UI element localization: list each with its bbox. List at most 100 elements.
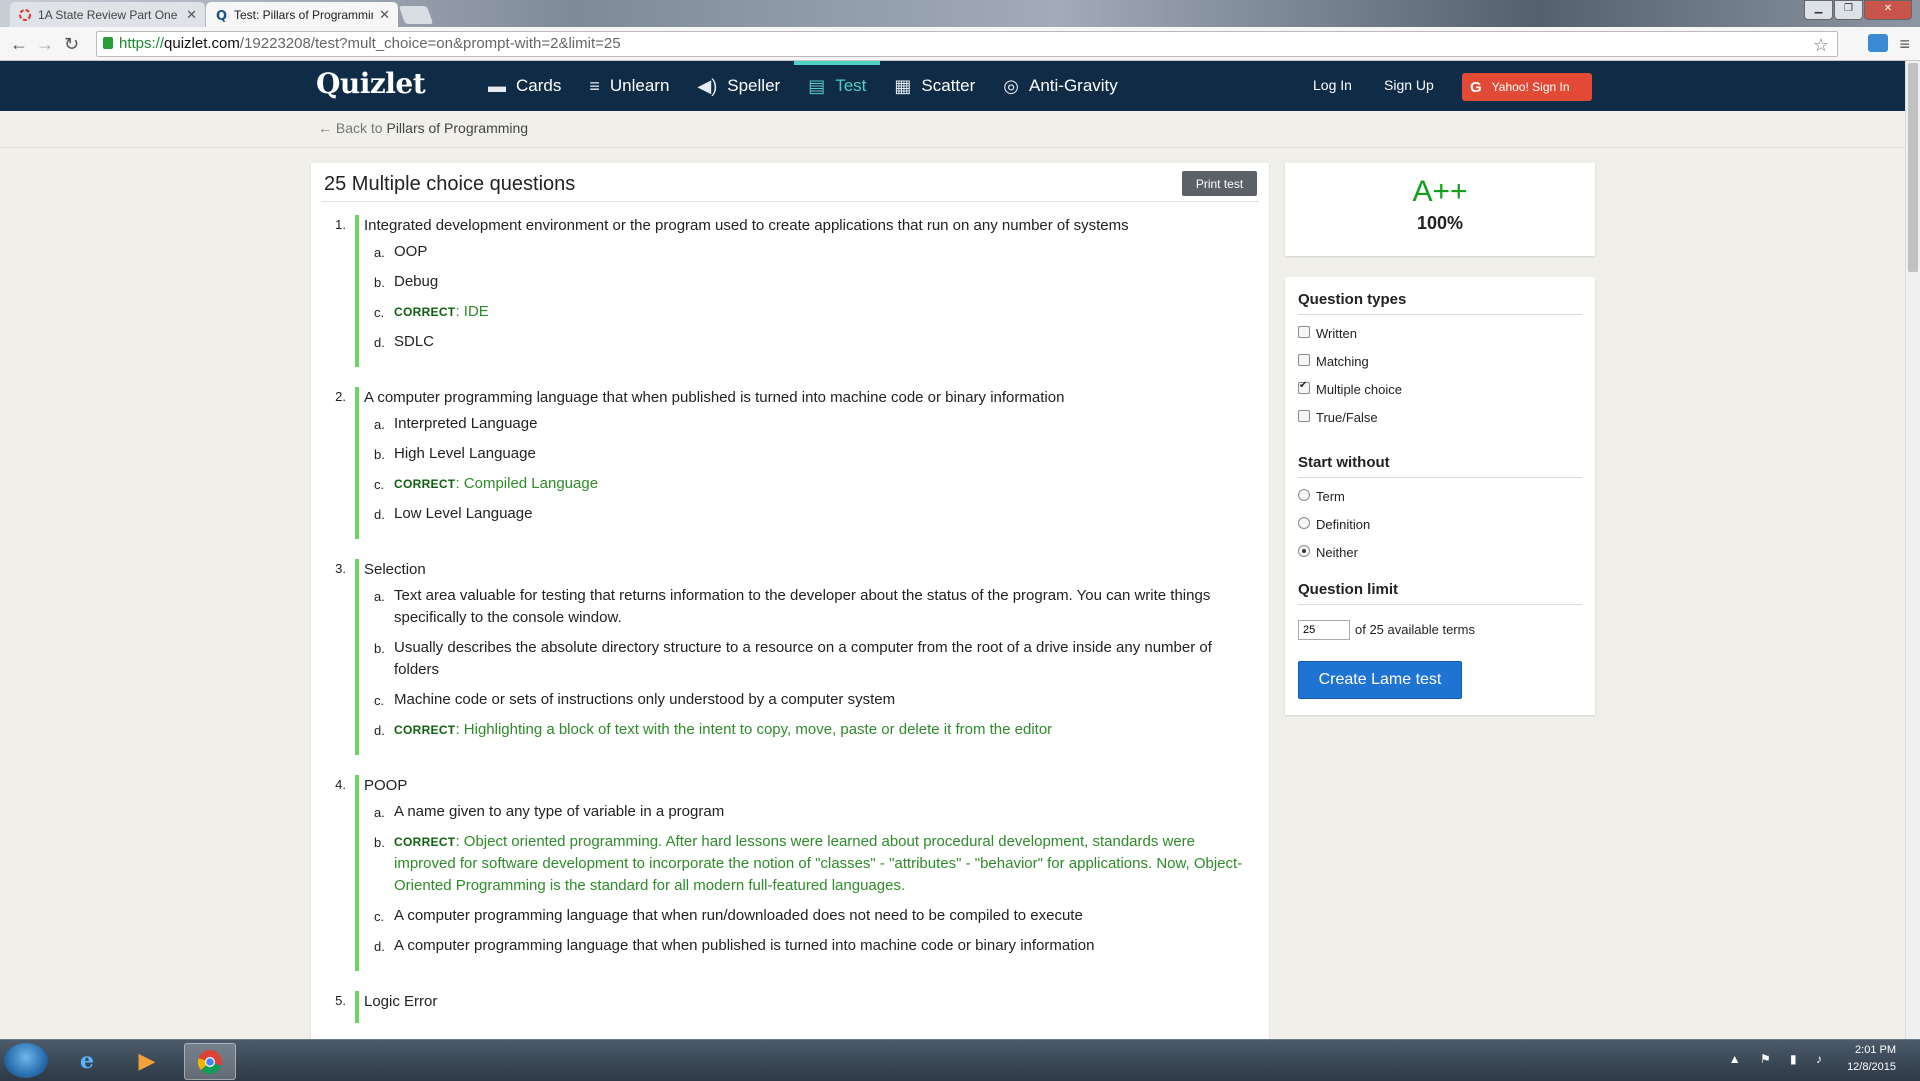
- bookmark-star-icon[interactable]: ☆: [1813, 33, 1829, 57]
- qtype-true-false[interactable]: True/False: [1298, 409, 1378, 425]
- option-text: SDLC: [394, 333, 435, 350]
- mode-label: Scatter: [921, 76, 976, 95]
- checkbox[interactable]: [1298, 409, 1310, 422]
- question-number: 4.: [335, 777, 346, 792]
- set-name: Pillars of Programming: [386, 120, 529, 136]
- close-tab-icon[interactable]: ✕: [186, 7, 197, 23]
- mode-learn[interactable]: ≡ Unlearn: [575, 61, 683, 111]
- question-number: 5.: [335, 993, 346, 1008]
- option-letter: d.: [374, 939, 385, 954]
- correct-tag: CORRECT: [394, 477, 456, 491]
- start-without-term[interactable]: Term: [1298, 488, 1345, 504]
- checkbox-label: Written: [1316, 326, 1357, 341]
- chrome-icon[interactable]: [184, 1043, 236, 1080]
- answer-option: a. OOP: [364, 241, 1250, 263]
- option-letter: a.: [374, 245, 385, 260]
- mode-cards[interactable]: ▬ Cards: [474, 61, 575, 111]
- option-text: Interpreted Language: [394, 415, 538, 432]
- answer-option: d. Low Level Language: [364, 503, 1250, 525]
- radio[interactable]: [1298, 516, 1310, 529]
- close-tab-icon[interactable]: ✕: [379, 7, 390, 23]
- start-without-definition[interactable]: Definition: [1298, 516, 1370, 532]
- create-test-button[interactable]: Create Lame test: [1298, 661, 1462, 699]
- option-text: High Level Language: [394, 445, 536, 462]
- print-test-button[interactable]: Print test: [1182, 171, 1257, 196]
- close-window-icon[interactable]: ✕: [1864, 0, 1912, 20]
- option-letter: c.: [374, 305, 385, 320]
- media-player-icon[interactable]: ▶: [122, 1043, 172, 1078]
- answer-option: b. Usually describes the absolute directo…: [364, 637, 1250, 681]
- start-without-neither[interactable]: Neither: [1298, 544, 1358, 560]
- browser-tab[interactable]: 1A State Review Part One ✕: [10, 2, 205, 27]
- back-to-set-link[interactable]: ← Back to Pillars of Programming: [318, 120, 528, 136]
- url-input[interactable]: https://quizlet.com/19223208/test?mult_c…: [96, 31, 1838, 57]
- answer-option-correct: b. CORRECT: Object oriented programming. …: [364, 831, 1250, 897]
- browser-tab-strip: 1A State Review Part One ✕ Q Test: Pilla…: [0, 0, 1920, 27]
- mode-scatter[interactable]: ▦ Scatter: [880, 61, 989, 111]
- question-body: A computer programming language that whe…: [355, 387, 1250, 539]
- answer-option: a. Text area valuable for testing that re…: [364, 585, 1250, 629]
- reload-icon[interactable]: ↻: [64, 34, 79, 55]
- scrollbar-thumb[interactable]: [1908, 63, 1918, 272]
- radio-label: Term: [1316, 489, 1345, 504]
- browser-tab-active[interactable]: Q Test: Pillars of Programming ✕: [206, 2, 398, 27]
- breadcrumb-bar: ← Back to Pillars of Programming: [0, 111, 1905, 148]
- question-body: Selection a. Text area valuable for testin…: [355, 559, 1250, 755]
- back-arrow-icon[interactable]: ←: [10, 34, 28, 55]
- login-link[interactable]: Log In: [1313, 77, 1352, 93]
- clock[interactable]: 2:01 PM 12/8/2015: [1847, 1042, 1896, 1076]
- browser-menu-icon[interactable]: ≡: [1899, 34, 1910, 55]
- windows-start-icon[interactable]: [4, 1043, 48, 1078]
- answer-option: a. Interpreted Language: [364, 413, 1250, 435]
- page-scrollbar[interactable]: [1905, 61, 1920, 1039]
- mode-speller[interactable]: ◀) Speller: [683, 61, 794, 111]
- question-item: 1. Integrated development environment or …: [330, 215, 1250, 367]
- question-limit-input[interactable]: [1298, 620, 1350, 640]
- system-tray-icons[interactable]: ▲ ⚑ ▮ ♪: [1729, 1052, 1830, 1066]
- option-text: Low Level Language: [394, 505, 533, 522]
- extension-icon[interactable]: [1868, 34, 1888, 52]
- checkbox-checked[interactable]: [1298, 380, 1310, 394]
- address-toolbar: ← → ↻ https://quizlet.com/19223208/test?…: [0, 27, 1920, 61]
- answer-option: b. High Level Language: [364, 443, 1250, 465]
- speaker-icon: ◀): [697, 75, 718, 96]
- option-text: IDE: [463, 303, 489, 320]
- restore-icon[interactable]: ❐: [1834, 0, 1863, 20]
- quizlet-logo[interactable]: Quizlet: [316, 67, 426, 100]
- svg-text:Q: Q: [216, 9, 227, 22]
- option-letter: a.: [374, 805, 385, 820]
- radio-selected[interactable]: [1298, 544, 1310, 557]
- option-text: Text area valuable for testing that retu…: [394, 587, 1211, 626]
- option-text: Usually describes the absolute directory…: [394, 639, 1212, 678]
- os-taskbar: e ▶ ▲ ⚑ ▮ ♪ 2:01 PM 12/8/2015: [0, 1039, 1920, 1081]
- yahoo-signin-button[interactable]: G Yahoo! Sign In: [1462, 73, 1592, 101]
- option-letter: a.: [374, 417, 385, 432]
- mode-anti-gravity[interactable]: ◎ Anti-Gravity: [989, 61, 1132, 111]
- radio[interactable]: [1298, 488, 1310, 501]
- option-text: A name given to any type of variable in …: [394, 803, 725, 820]
- question-prompt: Logic Error: [364, 993, 438, 1010]
- radio-label: Neither: [1316, 545, 1358, 560]
- signup-link[interactable]: Sign Up: [1384, 77, 1434, 93]
- checkbox[interactable]: [1298, 325, 1310, 338]
- forward-arrow-icon[interactable]: →: [36, 34, 54, 55]
- separator: :: [455, 475, 464, 492]
- minimize-icon[interactable]: ▁: [1804, 0, 1833, 20]
- url-path: /19223208/test?mult_choice=on&prompt-wit…: [239, 35, 621, 52]
- internet-explorer-icon[interactable]: e: [62, 1043, 112, 1078]
- new-tab-button[interactable]: [398, 6, 434, 24]
- separator: :: [455, 303, 464, 320]
- mode-test[interactable]: ▤ Test: [794, 61, 881, 111]
- qtype-written[interactable]: Written: [1298, 325, 1357, 341]
- mode-label: Cards: [516, 76, 562, 95]
- divider: [1298, 604, 1582, 605]
- checkbox[interactable]: [1298, 353, 1310, 366]
- score-percent: 100%: [1416, 213, 1464, 233]
- option-letter: c.: [374, 477, 385, 492]
- question-prompt: POOP: [364, 777, 408, 794]
- correct-tag: CORRECT: [394, 305, 456, 319]
- qtype-multiple-choice[interactable]: Multiple choice: [1298, 380, 1402, 397]
- qtype-matching[interactable]: Matching: [1298, 353, 1369, 369]
- question-prompt: A computer programming language that whe…: [364, 389, 1065, 406]
- tab-title: 1A State Review Part One: [38, 7, 178, 22]
